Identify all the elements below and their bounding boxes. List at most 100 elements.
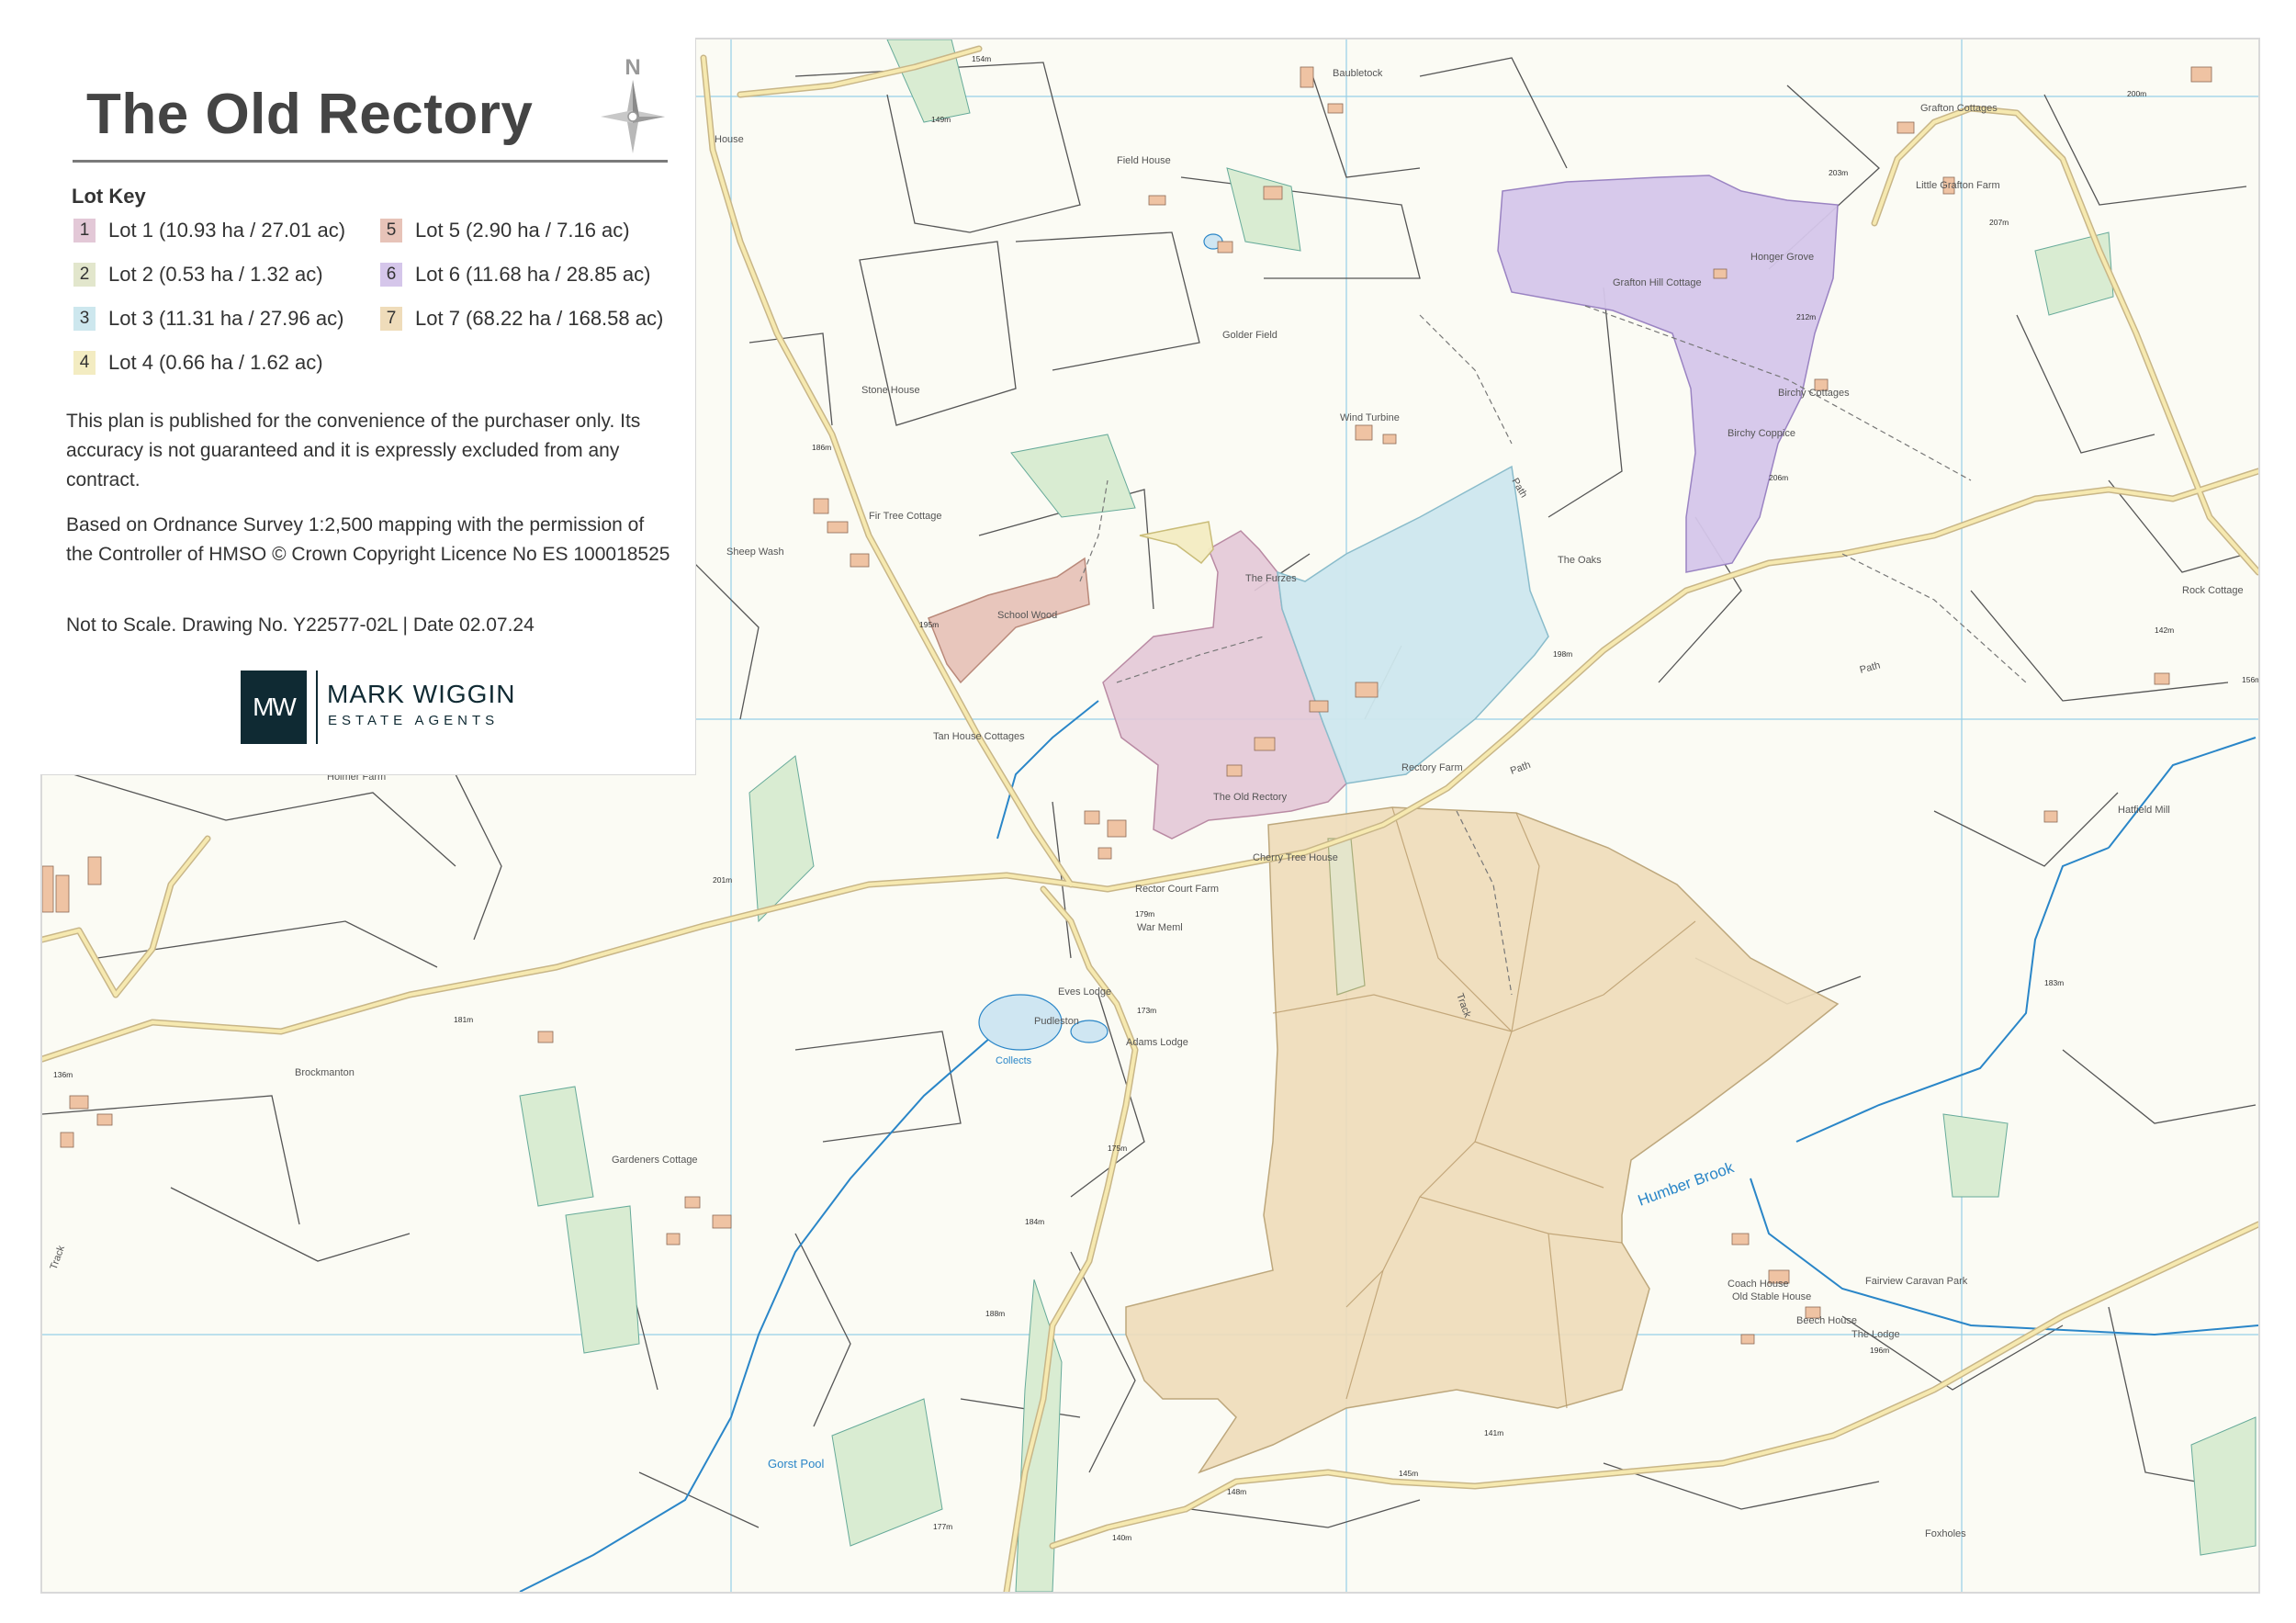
lot-2-swatch: 2 — [73, 263, 96, 287]
label-rectory-farm: Rectory Farm — [1401, 762, 1463, 773]
lot-key-item-5: 5 Lot 5 (2.90 ha / 7.16 ac) — [380, 216, 630, 245]
label-coach-house: Coach House — [1728, 1279, 1789, 1290]
height-140: 140m — [1112, 1533, 1131, 1542]
height-136: 136m — [53, 1070, 73, 1079]
label-baubletock: Baubletock — [1333, 68, 1383, 79]
label-grafton-hill-cottage: Grafton Hill Cottage — [1613, 277, 1702, 288]
lot-7-swatch: 7 — [380, 307, 402, 331]
label-birchy-cottages: Birchy Cottages — [1778, 388, 1850, 399]
label-humber-brook: Humber Brook — [1636, 1158, 1737, 1210]
logo-name: MARK WIGGIN — [327, 680, 516, 708]
north-label: N — [625, 55, 640, 80]
height-186: 186m — [812, 443, 831, 452]
lot-1-swatch: 1 — [73, 219, 96, 242]
label-birchy-coppice: Birchy Coppice — [1728, 428, 1795, 439]
label-fairview-caravan-park: Fairview Caravan Park — [1865, 1276, 1968, 1287]
label-school-wood: School Wood — [997, 610, 1057, 621]
height-142: 142m — [2155, 626, 2174, 635]
height-145: 145m — [1399, 1469, 1418, 1478]
lot-6-swatch: 6 — [380, 263, 402, 287]
os-copyright-notice: Based on Ordnance Survey 1:2,500 mapping… — [66, 514, 670, 565]
label-stone-house: Stone House — [861, 385, 920, 396]
label-path-1: Path — [1509, 760, 1532, 777]
label-the-oaks: The Oaks — [1558, 555, 1602, 566]
height-207: 207m — [1989, 218, 2009, 227]
lot-6-label: Lot 6 (11.68 ha / 28.85 ac) — [415, 263, 651, 286]
label-grafton-cottages: Grafton Cottages — [1920, 103, 1998, 114]
label-little-grafton-farm: Little Grafton Farm — [1916, 180, 2000, 191]
height-148: 148m — [1227, 1487, 1246, 1496]
lot-3-swatch: 3 — [73, 307, 96, 331]
label-the-furzes: The Furzes — [1245, 573, 1297, 584]
map-legend-panel: The Old Rectory N Lot Key 1 Lot 1 (10.93… — [40, 38, 696, 775]
height-206: 206m — [1769, 473, 1788, 482]
label-rector-court-farm: Rector Court Farm — [1135, 884, 1219, 895]
height-173: 173m — [1137, 1006, 1156, 1015]
logo-mark: MW — [241, 671, 307, 744]
label-field-house: Field House — [1117, 155, 1171, 166]
label-war-meml: War Meml — [1137, 922, 1183, 933]
height-201: 201m — [713, 875, 732, 885]
lot-key-heading: Lot Key — [72, 185, 146, 208]
disclaimer-text: This plan is published for the convenien… — [66, 411, 641, 490]
lot-key-item-4: 4 Lot 4 (0.66 ha / 1.62 ac) — [73, 348, 323, 378]
height-188: 188m — [985, 1309, 1005, 1318]
height-156: 156m — [2242, 675, 2258, 684]
lot-5-swatch: 5 — [380, 219, 402, 242]
lot-7-label: Lot 7 (68.22 ha / 168.58 ac) — [415, 307, 664, 330]
label-pudleston: Pudleston — [1034, 1016, 1079, 1027]
label-old-stable-house: Old Stable House — [1732, 1291, 1811, 1302]
label-rock-cottage: Rock Cottage — [2182, 585, 2244, 596]
height-203: 203m — [1829, 168, 1848, 177]
label-wind-turbine: Wind Turbine — [1340, 412, 1400, 423]
label-gardeners-cottage: Gardeners Cottage — [612, 1155, 698, 1166]
label-tan-house-cottages: Tan House Cottages — [933, 731, 1025, 742]
label-adams-lodge: Adams Lodge — [1126, 1037, 1188, 1048]
height-175: 175m — [1108, 1144, 1127, 1153]
height-177: 177m — [933, 1522, 952, 1531]
label-the-old-rectory: The Old Rectory — [1213, 792, 1288, 803]
height-184: 184m — [1025, 1217, 1044, 1226]
height-200: 200m — [2127, 89, 2146, 98]
title-divider — [73, 160, 668, 163]
label-track-2: Track — [49, 1244, 68, 1271]
label-collects: Collects — [996, 1055, 1032, 1066]
lot-4-area — [1139, 521, 1214, 565]
height-196: 196m — [1870, 1346, 1889, 1355]
label-house: House — [715, 134, 744, 145]
lot-2-label: Lot 2 (0.53 ha / 1.32 ac) — [108, 263, 323, 286]
label-honger-grove: Honger Grove — [1750, 252, 1814, 263]
height-179: 179m — [1135, 909, 1154, 919]
height-195: 195m — [919, 620, 939, 629]
lot-5-label: Lot 5 (2.90 ha / 7.16 ac) — [415, 219, 630, 242]
drawing-info: Not to Scale. Drawing No. Y22577-02L | D… — [66, 614, 535, 636]
label-hatfield-mill: Hatfield Mill — [2118, 805, 2170, 816]
label-the-lodge: The Lodge — [1851, 1329, 1900, 1340]
lot-key-item-3: 3 Lot 3 (11.31 ha / 27.96 ac) — [73, 304, 343, 333]
label-gorst-pool: Gorst Pool — [768, 1457, 825, 1471]
label-fir-tree-cottage: Fir Tree Cottage — [869, 511, 941, 522]
lot-key-item-7: 7 Lot 7 (68.22 ha / 168.58 ac) — [380, 304, 663, 333]
lot-4-swatch: 4 — [73, 351, 96, 375]
label-beech-house: Beech House — [1796, 1315, 1857, 1326]
north-arrow-icon: N — [601, 55, 665, 153]
logo-subtitle: ESTATE AGENTS — [328, 713, 500, 728]
label-eves-lodge: Eves Lodge — [1058, 986, 1111, 997]
label-foxholes: Foxholes — [1925, 1528, 1966, 1539]
lot-key-item-1: 1 Lot 1 (10.93 ha / 27.01 ac) — [73, 216, 345, 245]
lot-3-label: Lot 3 (11.31 ha / 27.96 ac) — [108, 307, 344, 330]
lot-1-label: Lot 1 (10.93 ha / 27.01 ac) — [108, 219, 346, 242]
agent-logo: MW MARK WIGGIN ESTATE AGENTS — [241, 671, 544, 744]
height-149: 149m — [931, 115, 951, 124]
height-141: 141m — [1484, 1428, 1503, 1437]
height-154: 154m — [972, 54, 991, 63]
lot-7-area — [1125, 806, 1840, 1474]
height-198: 198m — [1553, 649, 1572, 659]
height-212: 212m — [1796, 312, 1816, 321]
height-181: 181m — [454, 1015, 473, 1024]
label-brockmanton: Brockmanton — [295, 1067, 355, 1078]
label-sheep-wash: Sheep Wash — [726, 547, 784, 558]
label-cherry-tree-house: Cherry Tree House — [1253, 852, 1338, 863]
logo-divider — [316, 671, 318, 744]
height-183: 183m — [2044, 978, 2064, 987]
